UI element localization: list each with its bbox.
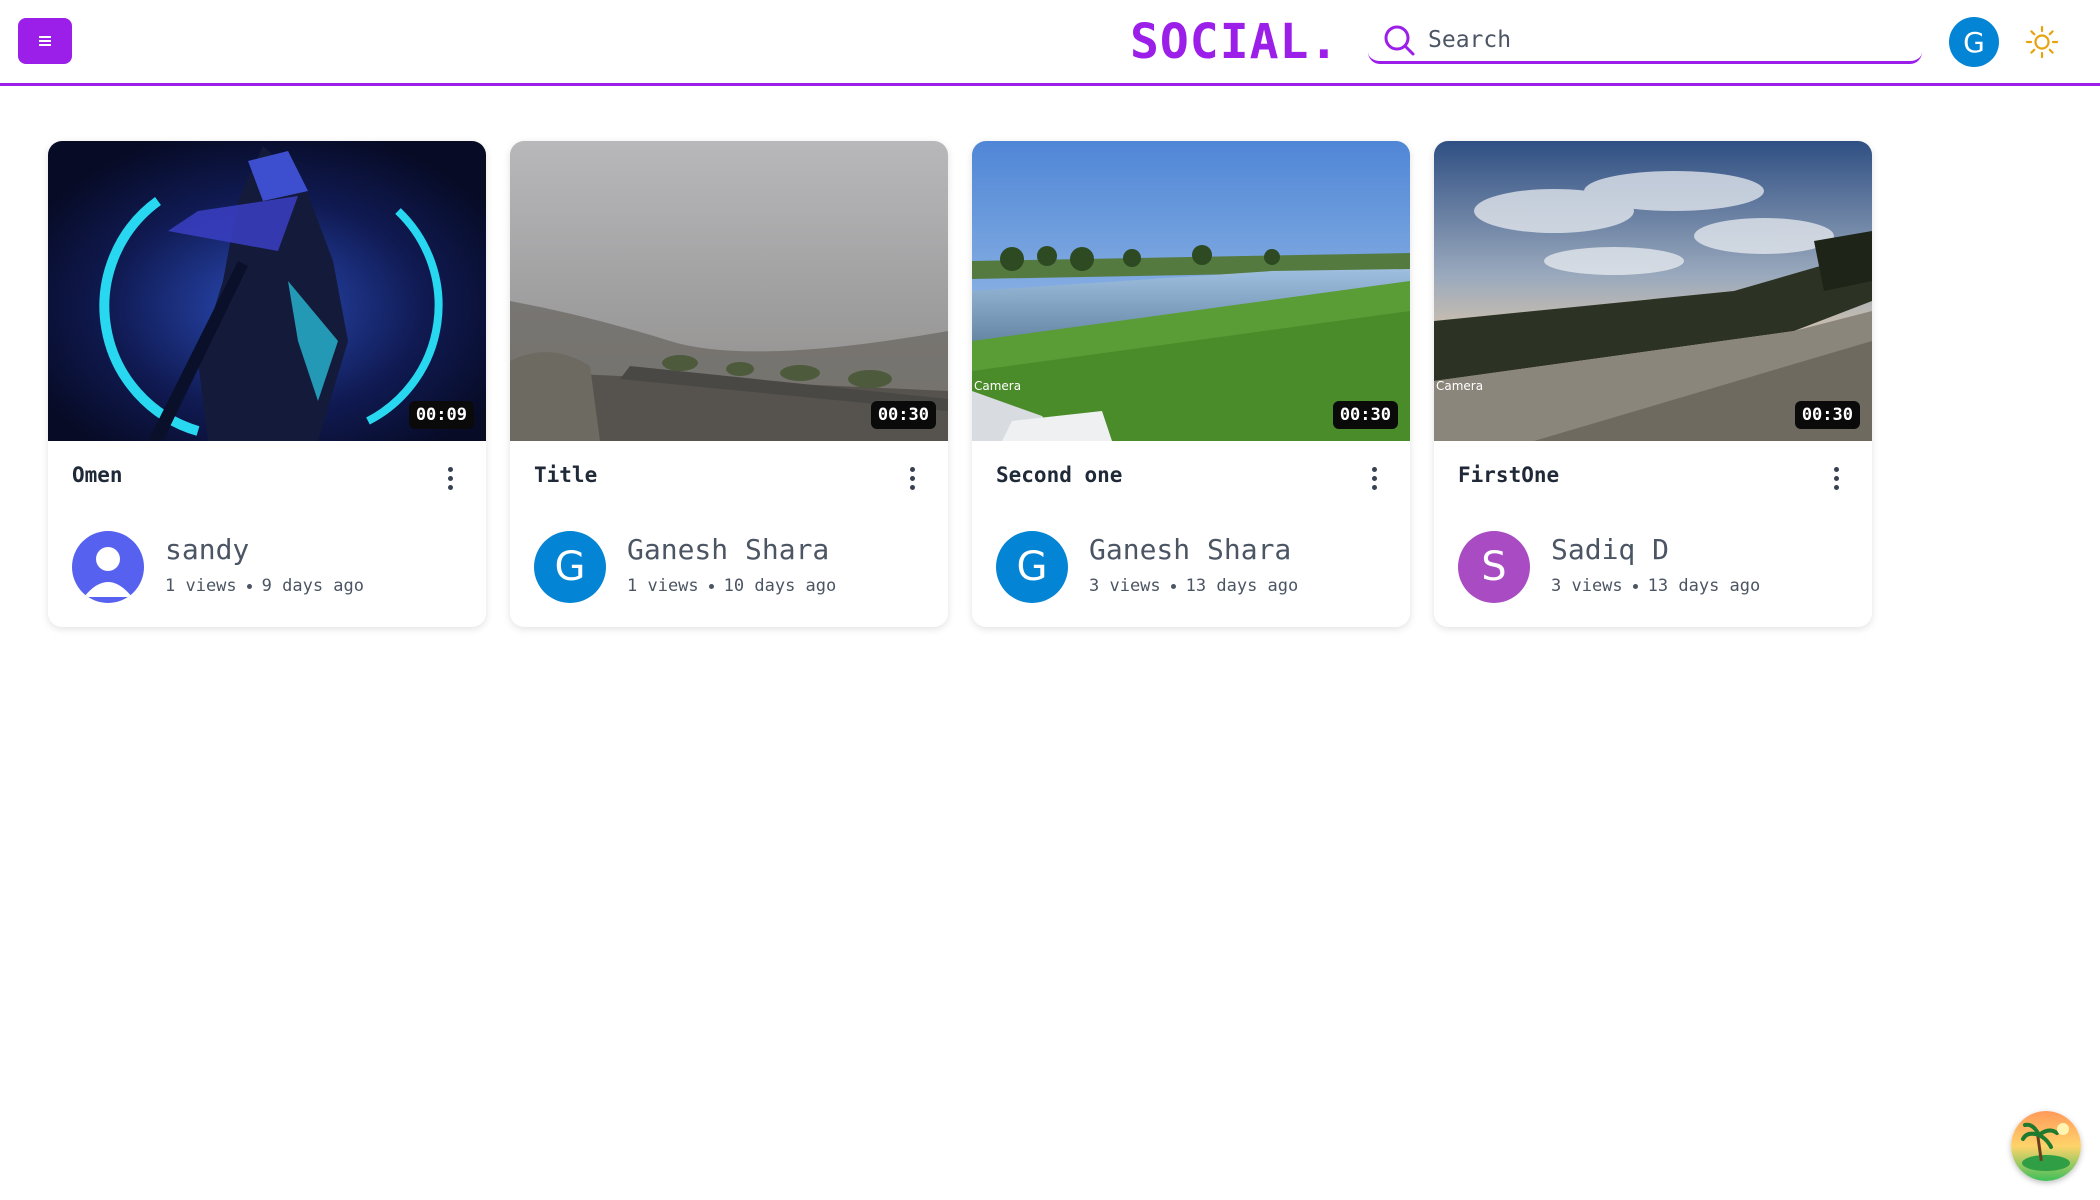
camera-watermark: Camera — [1436, 379, 1484, 393]
camera-watermark: Camera — [974, 379, 1022, 393]
more-options-button[interactable] — [902, 463, 922, 493]
video-thumbnail[interactable]: 00:09 — [48, 141, 486, 441]
sunset-river-image — [1434, 141, 1872, 441]
view-count: 1 views — [165, 576, 237, 596]
channel-avatar[interactable]: G — [534, 531, 606, 603]
channel-name[interactable]: Ganesh Shara — [627, 533, 829, 566]
upload-age: 10 days ago — [723, 576, 837, 596]
separator-dot — [708, 583, 714, 589]
upload-age: 9 days ago — [261, 576, 365, 596]
video-meta: 3 views 13 days ago — [1551, 576, 1760, 596]
video-card[interactable]: 00:30 Title G Ganesh Shara 1 views 10 day… — [510, 141, 948, 627]
more-options-button[interactable] — [1826, 463, 1846, 493]
duration-badge: 00:30 — [870, 401, 936, 429]
top-navbar: SOCIAL. G — [0, 0, 2100, 86]
person-icon — [84, 547, 132, 597]
sun-icon[interactable] — [2024, 24, 2060, 60]
channel-name[interactable]: Sadiq D — [1551, 533, 1669, 566]
view-count: 3 views — [1551, 576, 1623, 596]
video-card[interactable]: Camera 00:30 Second one G Ganesh Shara 3… — [972, 141, 1410, 627]
duration-badge: 00:09 — [408, 401, 474, 429]
site-logo[interactable]: SOCIAL. — [1130, 14, 1339, 70]
omen-artwork-image — [48, 141, 486, 441]
video-thumbnail[interactable]: 00:30 — [510, 141, 948, 441]
video-meta: 1 views 9 days ago — [165, 576, 364, 596]
hamburger-icon — [39, 36, 51, 46]
duration-badge: 00:30 — [1332, 401, 1398, 429]
more-options-button[interactable] — [440, 463, 460, 493]
view-count: 3 views — [1089, 576, 1161, 596]
upload-age: 13 days ago — [1647, 576, 1761, 596]
channel-avatar[interactable]: S — [1458, 531, 1530, 603]
video-title[interactable]: Title — [534, 463, 597, 487]
video-title[interactable]: Omen — [72, 463, 123, 487]
video-thumbnail[interactable]: Camera 00:30 — [1434, 141, 1872, 441]
upload-age: 13 days ago — [1185, 576, 1299, 596]
video-title[interactable]: FirstOne — [1458, 463, 1559, 487]
search-icon[interactable] — [1382, 23, 1416, 57]
video-title[interactable]: Second one — [996, 463, 1122, 487]
separator-dot — [246, 583, 252, 589]
video-card[interactable]: 00:09 Omen sandy 1 views 9 days ago — [48, 141, 486, 627]
user-avatar[interactable]: G — [1949, 17, 1999, 67]
duration-badge: 00:30 — [1794, 401, 1860, 429]
floating-island-button[interactable] — [2011, 1111, 2081, 1181]
separator-dot — [1170, 583, 1176, 589]
video-grid: 00:09 Omen sandy 1 views 9 days ago 00:3… — [48, 141, 1872, 627]
more-options-button[interactable] — [1364, 463, 1384, 493]
view-count: 1 views — [627, 576, 699, 596]
video-card[interactable]: Camera 00:30 FirstOne S Sadiq D 3 views 1… — [1434, 141, 1872, 627]
channel-name[interactable]: sandy — [165, 533, 249, 566]
search-input[interactable] — [1428, 26, 1888, 53]
menu-button[interactable] — [18, 18, 72, 64]
foggy-road-image — [510, 141, 948, 441]
channel-name[interactable]: Ganesh Shara — [1089, 533, 1291, 566]
channel-avatar[interactable] — [72, 531, 144, 603]
river-landscape-image — [972, 141, 1410, 441]
video-meta: 1 views 10 days ago — [627, 576, 836, 596]
search-bar — [1368, 18, 1922, 64]
island-icon — [2011, 1111, 2081, 1181]
video-thumbnail[interactable]: Camera 00:30 — [972, 141, 1410, 441]
separator-dot — [1632, 583, 1638, 589]
video-meta: 3 views 13 days ago — [1089, 576, 1298, 596]
channel-avatar[interactable]: G — [996, 531, 1068, 603]
